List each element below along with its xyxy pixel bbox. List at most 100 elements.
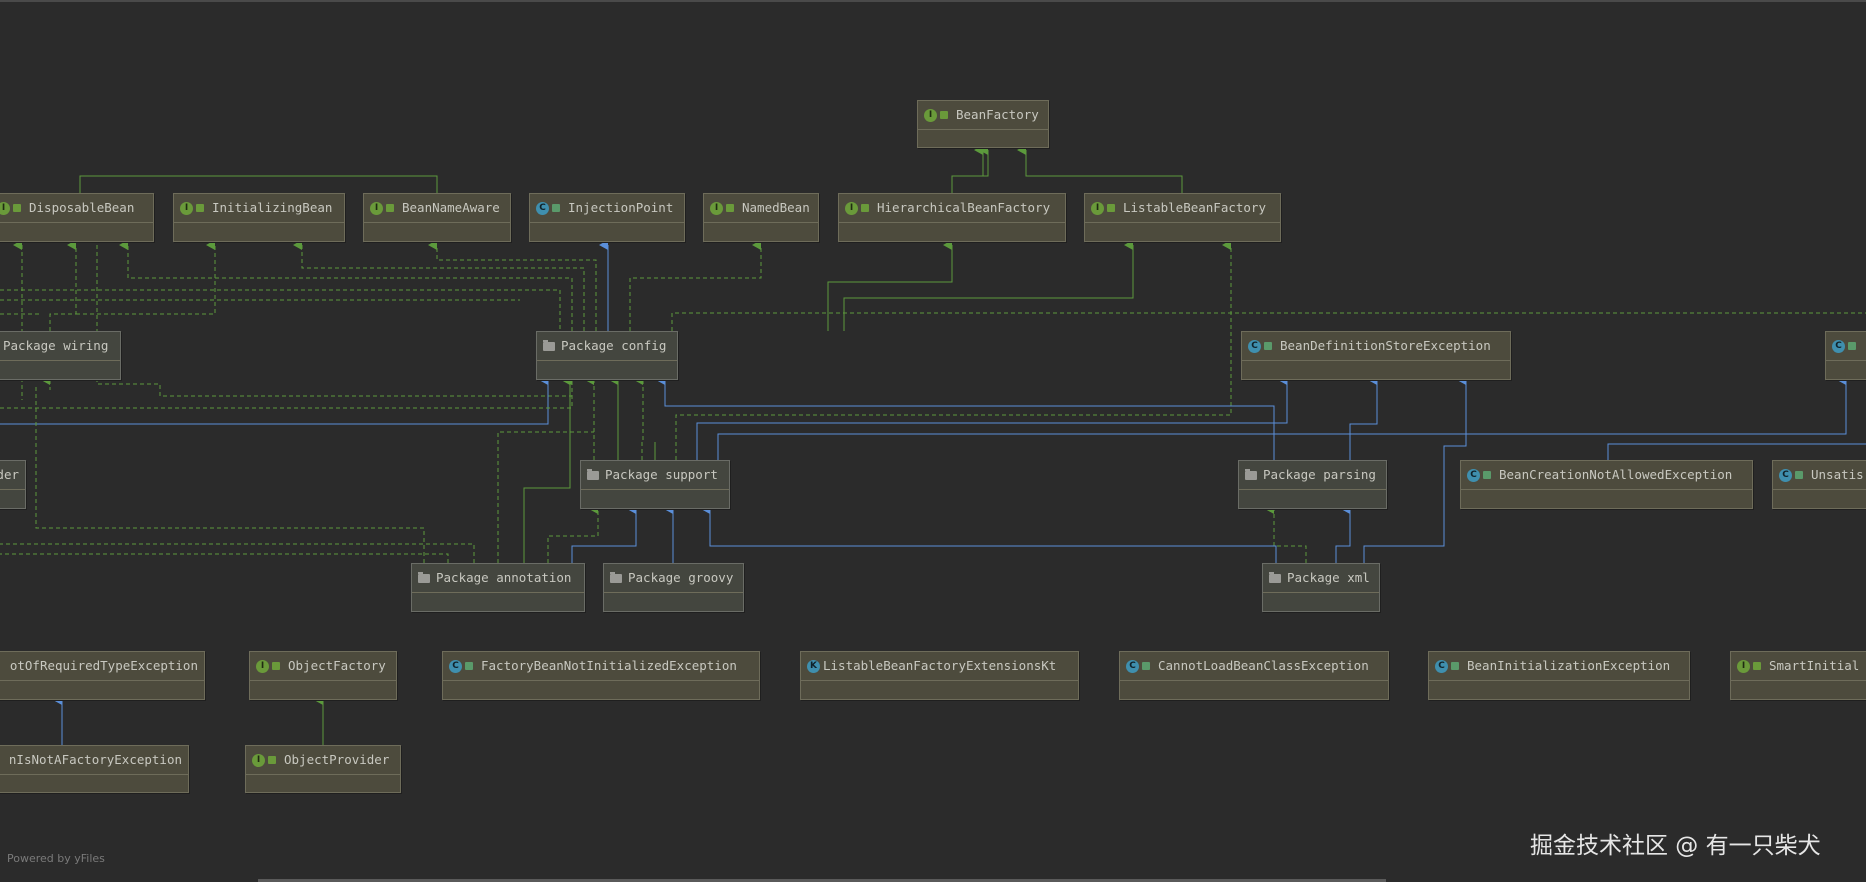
access-icon <box>1107 204 1115 212</box>
edge-config-to-initializing <box>293 240 585 331</box>
node-injection-point[interactable]: C InjectionPoint <box>529 193 685 242</box>
folder-icon <box>1269 571 1281 583</box>
access-icon <box>1795 471 1803 479</box>
class-icon: C <box>1779 468 1792 482</box>
edge-xml-to-parsing-dashed <box>1265 504 1307 563</box>
edge-left-dashed-2 <box>0 289 561 331</box>
watermark: 掘金技术社区 @ 有一只柴犬 <box>1530 833 1821 859</box>
node-unsatisfied-exception[interactable]: C Unsatis <box>1772 460 1866 509</box>
interface-icon: I <box>845 201 858 215</box>
node-bean-factory[interactable]: I BeanFactory <box>917 100 1049 148</box>
node-package-wiring[interactable]: Package wiring <box>0 331 121 380</box>
node-left-edge[interactable]: der <box>0 460 26 509</box>
node-bean-initialization-exception[interactable]: C BeanInitializationException <box>1428 651 1690 700</box>
edge-config-to-namedbean <box>629 240 762 331</box>
node-smart-initializing[interactable]: I SmartInitial <box>1730 651 1866 700</box>
node-disposable-bean[interactable]: I DisposableBean <box>0 193 154 242</box>
edge-long-top-dashed <box>671 312 1866 331</box>
node-package-annotation[interactable]: Package annotation <box>411 563 585 612</box>
edge-left-dashed-5 <box>0 375 573 409</box>
class-icon: C <box>449 659 462 673</box>
node-package-config[interactable]: Package config <box>536 331 678 380</box>
node-listable-bean-factory[interactable]: I ListableBeanFactory <box>1084 193 1281 242</box>
powered-by-label: Powered by yFiles <box>7 852 105 865</box>
class-icon: C <box>1832 339 1845 353</box>
class-icon: C <box>536 201 549 215</box>
class-icon: C <box>1248 339 1261 353</box>
edge-config-right-blue <box>656 375 1275 460</box>
node-not-of-required-type-exception[interactable]: otOfRequiredTypeException <box>0 651 205 700</box>
node-package-parsing[interactable]: Package parsing <box>1238 460 1387 509</box>
edge-config-to-listable <box>843 240 1134 331</box>
edge-xml-to-parsing-blue <box>1335 504 1351 563</box>
edge-beancreation-to-right <box>1607 443 1866 460</box>
access-icon <box>272 662 280 670</box>
interface-icon: I <box>710 201 723 215</box>
edge-left-blue <box>0 375 549 425</box>
folder-icon <box>610 571 622 583</box>
edge-support-to-listable <box>675 240 1232 460</box>
node-bean-definition-store-exception[interactable]: C BeanDefinitionStoreException <box>1241 331 1511 380</box>
node-named-bean[interactable]: I NamedBean <box>703 193 819 242</box>
folder-icon <box>543 339 555 351</box>
node-object-factory[interactable]: I ObjectFactory <box>249 651 397 700</box>
access-icon <box>1451 662 1459 670</box>
node-package-groovy[interactable]: Package groovy <box>603 563 744 612</box>
access-icon <box>465 662 473 670</box>
node-bean-name-aware[interactable]: I BeanNameAware <box>363 193 511 242</box>
access-icon <box>268 756 276 764</box>
access-icon <box>1142 662 1150 670</box>
access-icon <box>1264 342 1272 350</box>
edge-annotation-to-support-green <box>547 504 599 563</box>
edge-config-to-disposable <box>119 240 573 331</box>
edge-xml-to-support <box>701 504 1277 563</box>
node-listable-bean-factory-extensions-kt[interactable]: K ListableBeanFactoryExtensionsKt <box>800 651 1079 700</box>
edge-support-to-bdse <box>696 375 1288 460</box>
interface-icon: I <box>252 753 265 767</box>
edge-annotation-left-3 <box>35 384 425 563</box>
interface-icon: I <box>0 201 10 215</box>
access-icon <box>552 204 560 212</box>
node-package-xml[interactable]: Package xml <box>1262 563 1380 612</box>
interface-icon: I <box>256 659 269 673</box>
node-package-support[interactable]: Package support <box>580 460 730 509</box>
edge-parsing-to-bdse <box>1349 375 1378 460</box>
edge-config-to-hierarchical <box>827 240 953 331</box>
class-icon: C <box>1126 659 1139 673</box>
edge-disposable-to-top <box>79 175 438 193</box>
edge-annotation-to-support-blue <box>571 504 637 563</box>
edge-wiring-to-disposable <box>49 240 77 331</box>
node-bean-creation-not-allowed-exception[interactable]: C BeanCreationNotAllowedException <box>1460 460 1753 509</box>
edge-support-to-rightclass <box>717 375 1847 460</box>
node-initializing-bean[interactable]: I InitializingBean <box>173 193 345 242</box>
node-hierarchical-bean-factory[interactable]: I HierarchicalBeanFactory <box>838 193 1066 242</box>
access-icon <box>1483 471 1491 479</box>
node-is-not-a-factory-exception[interactable]: nIsNotAFactoryException <box>0 745 189 793</box>
edge-left-mid-dashed <box>96 245 573 397</box>
node-cannot-load-bean-class-exception[interactable]: C CannotLoadBeanClassException <box>1119 651 1389 700</box>
interface-icon: I <box>1091 201 1104 215</box>
class-icon: C <box>1435 659 1448 673</box>
folder-icon <box>587 468 599 480</box>
access-icon <box>386 204 394 212</box>
node-right-edge-class[interactable]: C <box>1825 331 1866 380</box>
folder-icon <box>418 571 430 583</box>
access-icon <box>196 204 204 212</box>
folder-icon <box>1245 468 1257 480</box>
edge-listable-to-beanfactory <box>1017 145 1183 193</box>
interface-icon: I <box>180 201 193 215</box>
edge-support-to-config-3 <box>634 375 644 460</box>
edge-annotation-left-2 <box>0 553 449 563</box>
node-factory-bean-not-initialized-exception[interactable]: C FactoryBeanNotInitializedException <box>442 651 760 700</box>
interface-icon: I <box>370 201 383 215</box>
interface-icon: I <box>1737 659 1750 673</box>
access-icon <box>1848 342 1856 350</box>
kotlin-file-icon: K <box>807 659 820 673</box>
class-icon: C <box>1467 468 1480 482</box>
node-object-provider[interactable]: I ObjectProvider <box>245 745 401 793</box>
access-icon <box>1753 662 1761 670</box>
access-icon <box>861 204 869 212</box>
interface-icon: I <box>924 108 937 122</box>
access-icon <box>726 204 734 212</box>
access-icon <box>940 111 948 119</box>
